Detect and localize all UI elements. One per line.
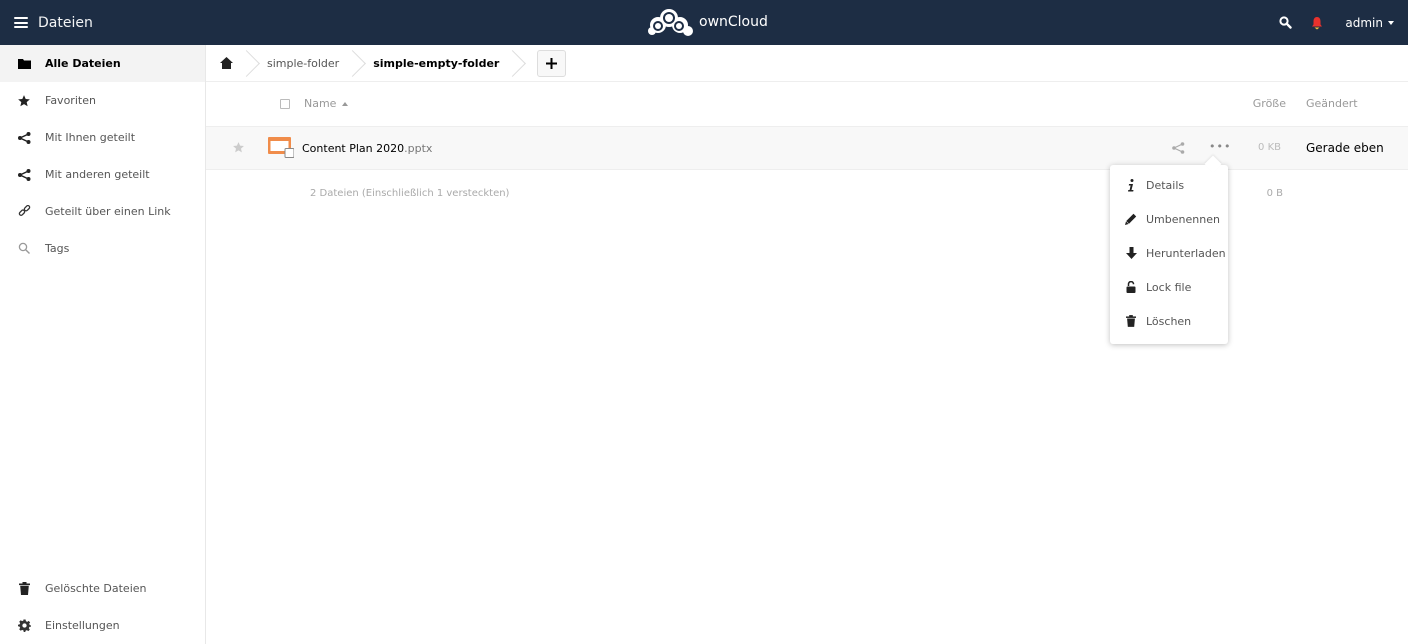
folder-icon	[17, 57, 31, 71]
hamburger-icon	[14, 17, 28, 28]
sidebar-item-tags[interactable]: Tags	[0, 230, 205, 267]
breadcrumb-separator	[511, 45, 521, 82]
download-icon	[1125, 246, 1137, 260]
menu-item-label: Herunterladen	[1146, 246, 1226, 260]
sidebar-item-deleted-files[interactable]: Gelöschte Dateien	[0, 570, 205, 607]
search-icon[interactable]	[1273, 11, 1297, 35]
tag-search-icon	[17, 242, 31, 256]
file-table-header: Name Größe Geändert	[206, 82, 1408, 126]
breadcrumb-separator	[245, 45, 255, 82]
menu-item-label: Details	[1146, 178, 1185, 192]
breadcrumb-label: simple-empty-folder	[373, 56, 500, 70]
plus-icon	[546, 57, 558, 69]
select-all-checkbox[interactable]	[280, 99, 290, 109]
info-icon	[1125, 178, 1137, 192]
gear-icon	[17, 619, 31, 633]
new-file-button[interactable]	[537, 49, 567, 77]
table-row[interactable]: Content Plan 2020.pptx ••• 0 KB Gerade e…	[206, 126, 1408, 170]
sidebar-item-label: Tags	[45, 242, 70, 255]
sidebar-item-favorites[interactable]: Favoriten	[0, 82, 205, 119]
share-icon[interactable]	[1172, 142, 1185, 157]
menu-item-delete[interactable]: Löschen	[1110, 304, 1228, 338]
sidebar-item-label: Alle Dateien	[45, 57, 121, 70]
share-icon	[17, 131, 31, 145]
trash-icon	[17, 582, 31, 596]
file-name[interactable]: Content Plan 2020.pptx	[302, 142, 432, 155]
file-modified: Gerade eben	[1306, 141, 1384, 155]
app-navigation: Alle Dateien Favoriten Mit Ihnen geteilt…	[0, 45, 206, 644]
menu-item-lock-file[interactable]: Lock file	[1110, 270, 1228, 304]
sort-ascending-icon	[342, 101, 349, 106]
app-menu-toggle[interactable]: Dateien	[0, 0, 93, 45]
share-icon	[17, 168, 31, 182]
menu-item-label: Löschen	[1146, 314, 1192, 328]
column-header-name[interactable]: Name	[304, 97, 349, 110]
breadcrumb-label: simple-folder	[267, 56, 340, 70]
brand-name: ownCloud	[699, 14, 768, 30]
sidebar-item-shared-with-others[interactable]: Mit anderen geteilt	[0, 156, 205, 193]
file-size: 0 KB	[1258, 142, 1281, 153]
sidebar-item-label: Geteilt über einen Link	[45, 205, 171, 218]
pencil-icon	[1125, 212, 1137, 226]
sidebar-item-label: Einstellungen	[45, 619, 120, 632]
column-header-size[interactable]: Größe	[1253, 97, 1286, 110]
menu-item-details[interactable]: Details	[1110, 168, 1228, 202]
menu-item-rename[interactable]: Umbenennen	[1110, 202, 1228, 236]
summary-info: 2 Dateien (Einschließlich 1 versteckten)	[310, 188, 510, 199]
sidebar-item-label: Mit Ihnen geteilt	[45, 131, 136, 144]
link-icon	[17, 205, 31, 219]
menu-item-download[interactable]: Herunterladen	[1110, 236, 1228, 270]
sidebar-item-shared-by-link[interactable]: Geteilt über einen Link	[0, 193, 205, 230]
lock-icon	[1125, 280, 1137, 294]
breadcrumb-home[interactable]	[206, 45, 267, 82]
app-content: simple-folder simple-empty-folder Name G…	[206, 45, 1408, 644]
chevron-down-icon	[1388, 21, 1394, 25]
user-name: admin	[1345, 15, 1383, 30]
home-icon	[220, 57, 233, 69]
trash-icon	[1125, 314, 1137, 328]
sidebar-item-settings[interactable]: Einstellungen	[0, 607, 205, 644]
cloud-logo-icon	[648, 9, 693, 36]
notifications-bell-icon[interactable]	[1305, 11, 1329, 35]
favorite-star-icon[interactable]	[232, 141, 245, 157]
file-extension: .pptx	[404, 142, 433, 155]
file-actions-menu: Details Umbenennen Herunterladen Lock fi…	[1110, 165, 1228, 344]
sidebar-item-label: Favoriten	[45, 94, 96, 107]
owncloud-logo[interactable]: ownCloud	[647, 7, 768, 37]
more-actions-icon[interactable]: •••	[1209, 140, 1231, 153]
menu-item-label: Lock file	[1146, 280, 1192, 294]
file-basename: Content Plan 2020	[302, 142, 405, 155]
breadcrumb-current[interactable]: simple-empty-folder	[373, 45, 533, 82]
sidebar-item-label: Gelöschte Dateien	[45, 582, 147, 595]
breadcrumb-separator	[351, 45, 361, 82]
breadcrumb-item[interactable]: simple-folder	[267, 45, 373, 82]
top-header: Dateien ownCloud admin	[0, 0, 1408, 45]
breadcrumb: simple-folder simple-empty-folder	[206, 45, 1408, 82]
star-icon	[17, 94, 31, 108]
menu-item-label: Umbenennen	[1146, 212, 1220, 226]
sidebar-item-label: Mit anderen geteilt	[45, 168, 150, 181]
app-name: Dateien	[38, 14, 93, 31]
user-menu[interactable]: admin	[1337, 16, 1408, 30]
sidebar-item-all-files[interactable]: Alle Dateien	[0, 45, 205, 82]
column-header-modified[interactable]: Geändert	[1306, 97, 1358, 110]
column-header-label: Name	[304, 97, 337, 110]
summary-total-size: 0 B	[1266, 188, 1283, 199]
presentation-file-icon[interactable]	[268, 137, 295, 159]
sidebar-item-shared-with-you[interactable]: Mit Ihnen geteilt	[0, 119, 205, 156]
